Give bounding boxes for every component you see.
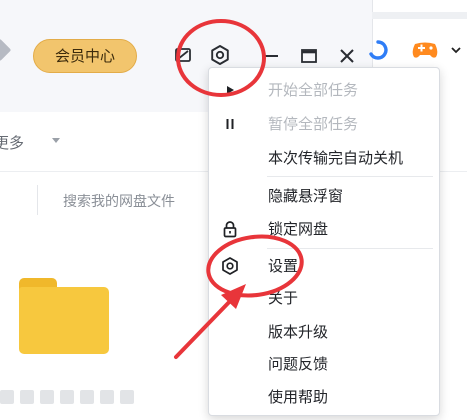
close-icon[interactable]	[336, 45, 358, 67]
settings-context-menu: 开始全部任务 暂停全部任务 本次传输完自动关机 隐藏悬浮窗 锁定网盘 设置 关于…	[208, 67, 440, 416]
more-caret-icon[interactable]	[52, 138, 60, 143]
menu-item-label: 本次传输完自动关机	[268, 149, 404, 167]
menu-item-label: 版本升级	[268, 323, 329, 341]
vip-center-button[interactable]: 会员中心	[33, 39, 137, 73]
blurred-filename	[0, 390, 150, 404]
settings-icon[interactable]	[208, 43, 232, 67]
left-partial-icon	[0, 38, 12, 62]
folder-body	[19, 287, 109, 354]
menu-item-about[interactable]: 关于	[209, 282, 439, 314]
menu-item-hide-float[interactable]: 隐藏悬浮窗	[209, 180, 439, 212]
menu-item-label: 问题反馈	[268, 355, 329, 373]
screenshot: 会员中心 更多 搜索我的网盘文件 开始全部任务 暂停全部任务 本次传输完自动关机…	[0, 0, 467, 420]
menu-item-auto-shutdown[interactable]: 本次传输完自动关机	[209, 142, 439, 174]
menu-item-upgrade[interactable]: 版本升级	[209, 316, 439, 348]
menu-item-label: 隐藏悬浮窗	[268, 187, 344, 205]
menu-item-label: 使用帮助	[268, 388, 329, 406]
menu-item-label: 暂停全部任务	[268, 115, 359, 133]
mail-icon[interactable]	[172, 44, 194, 66]
chevron-down-icon[interactable]	[448, 42, 464, 58]
search-divider	[37, 185, 38, 215]
play-icon	[219, 80, 241, 100]
browser-icon[interactable]	[366, 38, 390, 62]
lock-icon	[219, 219, 241, 239]
menu-item-label: 开始全部任务	[268, 81, 359, 99]
menu-item-help[interactable]: 使用帮助	[209, 381, 439, 413]
folder-icon[interactable]	[19, 278, 109, 354]
game-controller-icon[interactable]	[410, 38, 440, 62]
menu-item-lock[interactable]: 锁定网盘	[209, 213, 439, 245]
menu-separator	[267, 176, 433, 177]
pause-icon	[219, 114, 241, 134]
menu-item-pause-all[interactable]: 暂停全部任务	[209, 108, 439, 140]
menu-item-label: 关于	[268, 289, 299, 307]
menu-item-feedback[interactable]: 问题反馈	[209, 348, 439, 380]
strip-band	[372, 12, 467, 19]
menu-item-settings[interactable]: 设置	[209, 250, 439, 282]
menu-item-label: 锁定网盘	[268, 220, 329, 238]
menu-separator	[267, 248, 433, 249]
search-input[interactable]: 搜索我的网盘文件	[63, 191, 175, 211]
more-menu-label[interactable]: 更多	[0, 132, 24, 153]
settings-icon	[219, 256, 241, 276]
menu-item-start-all[interactable]: 开始全部任务	[209, 74, 439, 106]
maximize-icon[interactable]	[298, 45, 320, 67]
minimize-icon[interactable]	[260, 45, 282, 67]
menu-item-label: 设置	[268, 257, 299, 275]
